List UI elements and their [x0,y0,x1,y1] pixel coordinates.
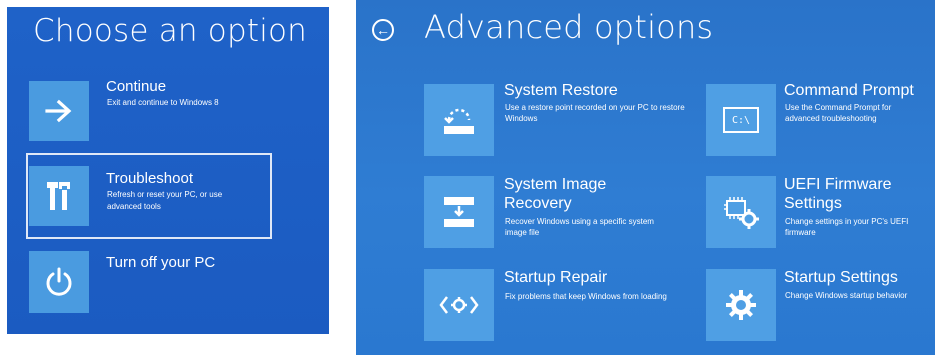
command-prompt-icon: C:\ [723,107,759,133]
option-continue[interactable]: Continue Exit and continue to Windows 8 [7,7,329,147]
startup-repair-desc: Fix problems that keep Windows from load… [505,292,667,301]
startup-settings-tile[interactable] [706,269,776,341]
continue-tile[interactable] [29,81,89,141]
system-image-tile[interactable] [424,176,494,248]
page-title-advanced: Advanced options [424,8,714,46]
uefi-tile[interactable] [706,176,776,248]
option-startup-repair[interactable]: Startup Repair Fix problems that keep Wi… [424,266,674,346]
system-restore-icon [444,108,474,134]
continue-desc: Exit and continue to Windows 8 [107,98,219,107]
command-prompt-tile[interactable]: C:\ [706,84,776,156]
option-turn-off[interactable]: Turn off your PC [7,243,329,323]
troubleshoot-tile[interactable] [29,166,89,226]
continue-label: Continue [106,78,167,95]
option-troubleshoot[interactable]: Troubleshoot Refresh or reset your PC, o… [7,153,273,239]
choose-option-panel: Choose an option Continue Exit and conti… [7,7,329,334]
back-arrow-icon[interactable]: ← [372,19,394,41]
option-uefi-firmware[interactable]: UEFI Firmware Settings Change settings i… [706,172,931,254]
gear-icon [726,290,756,320]
advanced-options-panel: ← Advanced options System Restore Use a … [356,0,935,355]
uefi-label: UEFI Firmware Settings [784,176,892,212]
command-prompt-desc: Use the Command Prompt for advanced trou… [785,103,892,123]
turn-off-label: Turn off your PC [106,254,216,271]
option-command-prompt[interactable]: C:\ Command Prompt Use the Command Promp… [706,80,931,160]
power-icon [46,267,72,296]
command-prompt-icon-text: C:\ [731,114,751,126]
system-image-label: System Image Recovery [504,176,607,212]
command-prompt-label: Command Prompt [784,82,914,99]
option-startup-settings[interactable]: Startup Settings Change Windows startup … [706,266,931,346]
system-image-desc: Recover Windows using a specific system … [505,217,654,237]
troubleshoot-desc: Refresh or reset your PC, or use advance… [107,190,223,211]
startup-settings-label: Startup Settings [784,269,898,286]
system-restore-tile[interactable] [424,84,494,156]
option-system-restore[interactable]: System Restore Use a restore point recor… [424,80,685,160]
startup-repair-tile[interactable] [424,269,494,341]
system-restore-desc: Use a restore point recorded on your PC … [505,103,685,123]
troubleshoot-label: Troubleshoot [106,170,193,187]
uefi-chip-icon [724,197,759,229]
system-image-icon [444,197,474,227]
uefi-desc: Change settings in your PC's UEFI firmwa… [785,217,909,237]
system-restore-label: System Restore [504,82,618,99]
startup-repair-label: Startup Repair [504,269,608,286]
turn-off-tile[interactable] [29,251,89,313]
option-system-image-recovery[interactable]: System Image Recovery Recover Windows us… [424,172,674,254]
tools-icon [47,182,70,210]
arrow-right-icon [45,99,72,123]
startup-repair-icon [439,296,479,314]
startup-settings-desc: Change Windows startup behavior [785,291,908,300]
